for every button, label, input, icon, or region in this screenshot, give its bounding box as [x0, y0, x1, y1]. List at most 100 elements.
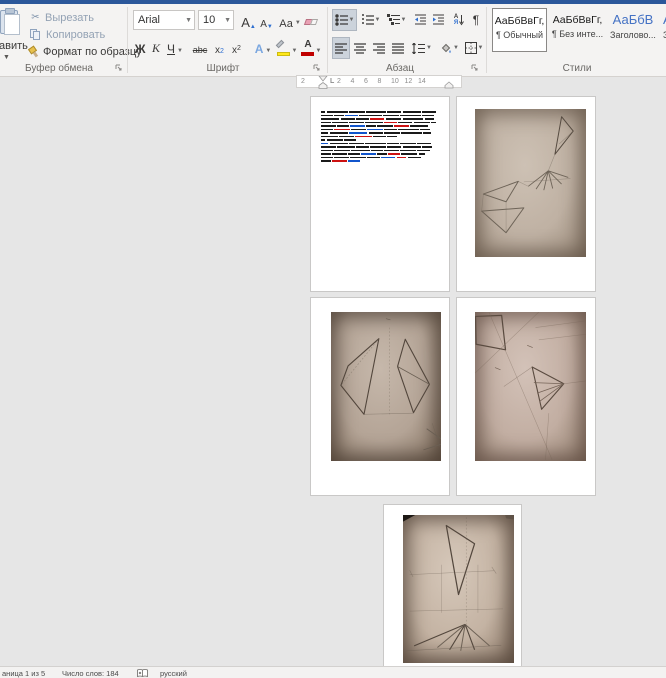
increase-indent-button[interactable] — [430, 10, 446, 30]
ruler-number: 12 — [404, 78, 413, 85]
align-right-button[interactable] — [371, 38, 387, 58]
highlight-button[interactable]: ▼ — [275, 38, 298, 58]
sort-arrow-icon — [459, 14, 465, 25]
cut-label: Вырезать — [45, 11, 94, 24]
font-color-button[interactable]: А ▼ — [300, 38, 322, 58]
style-no-spacing[interactable]: АаБбВвГг, ¶ Без инте... — [550, 8, 605, 52]
copy-button[interactable]: Копировать — [28, 26, 142, 43]
indent-markers-icon[interactable] — [318, 76, 328, 89]
style-heading2[interactable]: А За — [661, 8, 666, 52]
align-center-icon — [354, 42, 366, 54]
bullets-button[interactable]: ▼ — [332, 9, 357, 31]
chevron-down-icon[interactable]: ▼ — [3, 54, 10, 61]
ribbon: авить ▼ ✂ Вырезать Копировать Формат по … — [0, 4, 666, 77]
photo-drawing-5 — [403, 515, 514, 663]
grow-font-icon: А — [241, 15, 250, 30]
decrease-indent-icon — [414, 14, 426, 25]
dialog-launcher-paragraph[interactable] — [470, 63, 480, 73]
font-size-combo[interactable]: 10 ▼ — [198, 10, 234, 30]
scissors-icon: ✂ — [31, 12, 40, 23]
line-spacing-button[interactable]: ▼ — [410, 38, 434, 58]
shrink-font-button[interactable]: А ▼ — [259, 10, 274, 30]
align-left-button[interactable] — [332, 37, 350, 59]
shrink-font-icon: А — [260, 19, 267, 30]
text-line — [321, 160, 443, 164]
borders-button[interactable]: ▼ — [463, 38, 485, 58]
photo-drawing-3 — [331, 312, 441, 461]
dialog-launcher-font[interactable] — [312, 63, 322, 73]
increase-indent-icon — [432, 14, 444, 25]
subscript-button[interactable]: х2 — [212, 38, 227, 58]
align-right-icon — [373, 42, 385, 54]
word-app: авить ▼ ✂ Вырезать Копировать Формат по … — [0, 0, 666, 678]
font-color-icon: А — [300, 39, 314, 56]
sort-icon: АЯ — [453, 14, 459, 26]
superscript-icon: х2 — [232, 45, 241, 56]
line-spacing-icon — [412, 42, 426, 54]
chevron-down-icon[interactable]: ▼ — [224, 17, 231, 24]
photo-drawing-4 — [475, 312, 586, 461]
underline-button[interactable]: Ч ▼ — [165, 38, 185, 58]
page-2[interactable] — [456, 96, 596, 292]
bold-button[interactable]: Ж — [133, 38, 147, 58]
justify-icon — [392, 42, 404, 54]
ruler-number: 14 — [418, 78, 426, 85]
font-group-label: Шрифт — [206, 63, 240, 74]
ruler-number: 8 — [377, 78, 382, 85]
justify-button[interactable] — [390, 38, 406, 58]
borders-icon — [464, 42, 477, 54]
proofing-icon[interactable] — [137, 669, 148, 678]
text-effects-button[interactable]: А ▼ — [252, 38, 274, 58]
shading-button[interactable]: ▼ — [437, 38, 461, 58]
italic-icon: К — [152, 41, 160, 55]
clipboard-group-label: Буфер обмена — [25, 63, 93, 74]
tab-stop-icon[interactable]: L — [330, 78, 334, 85]
style-name: Заголово... — [610, 30, 656, 40]
group-separator — [127, 7, 128, 73]
photo-drawing-2 — [475, 109, 586, 257]
multilevel-list-button[interactable]: ▼ — [385, 10, 408, 30]
change-case-button[interactable]: Аа ▼ — [278, 10, 302, 30]
style-heading1[interactable]: АаБбВ Заголово... — [607, 8, 659, 52]
eraser-icon — [303, 17, 318, 27]
cut-button[interactable]: ✂ Вырезать — [28, 9, 142, 26]
ruler-number: 6 — [364, 78, 368, 85]
page-4[interactable] — [456, 297, 596, 496]
chevron-down-icon[interactable]: ▼ — [185, 17, 192, 24]
dialog-launcher-clipboard[interactable] — [114, 63, 124, 73]
ruler-number: 10 — [391, 78, 399, 85]
format-painter-button[interactable]: Формат по образцу — [27, 43, 142, 60]
sort-button[interactable]: АЯ — [450, 10, 468, 30]
grow-font-button[interactable]: А ▲ — [240, 10, 257, 30]
style-sample: АаБбВвГг, — [494, 15, 545, 27]
superscript-button[interactable]: х2 — [229, 38, 244, 58]
numbering-icon — [361, 14, 374, 25]
italic-button[interactable]: К — [150, 38, 162, 58]
ruler-number: 2 — [337, 78, 341, 85]
align-center-button[interactable] — [352, 38, 368, 58]
page-5[interactable] — [383, 504, 522, 678]
right-indent-icon[interactable] — [444, 81, 454, 89]
paragraph-group-label: Абзац — [385, 63, 415, 74]
group-separator — [327, 7, 328, 73]
decrease-indent-button[interactable] — [412, 10, 428, 30]
underline-icon: Ч — [167, 42, 176, 56]
strikethrough-button[interactable]: abc — [190, 38, 210, 58]
word-count[interactable]: Число слов: 184 — [62, 669, 119, 678]
style-normal[interactable]: АаБбВвГг, ¶ Обычный — [492, 8, 547, 52]
clear-formatting-button[interactable] — [303, 10, 319, 30]
language-indicator[interactable]: русский — [160, 669, 187, 678]
ruler-number: 4 — [350, 78, 355, 85]
show-marks-button[interactable]: ¶ — [469, 10, 483, 30]
page-3[interactable] — [310, 297, 450, 496]
page-1[interactable] — [310, 96, 450, 292]
style-sample: АаБбВ — [612, 12, 654, 27]
font-name-value: Arial — [138, 14, 161, 26]
strikethrough-icon: abc — [192, 45, 208, 55]
multilevel-list-icon — [386, 14, 400, 25]
ruler[interactable]: 2 L 2 4 6 8 10 12 14 — [296, 75, 462, 89]
font-name-combo[interactable]: Arial ▼ — [133, 10, 195, 30]
page-indicator[interactable]: аница 1 из 5 — [2, 669, 45, 678]
numbering-button[interactable]: ▼ — [359, 10, 382, 30]
style-sample: АаБбВвГг, — [552, 14, 603, 26]
